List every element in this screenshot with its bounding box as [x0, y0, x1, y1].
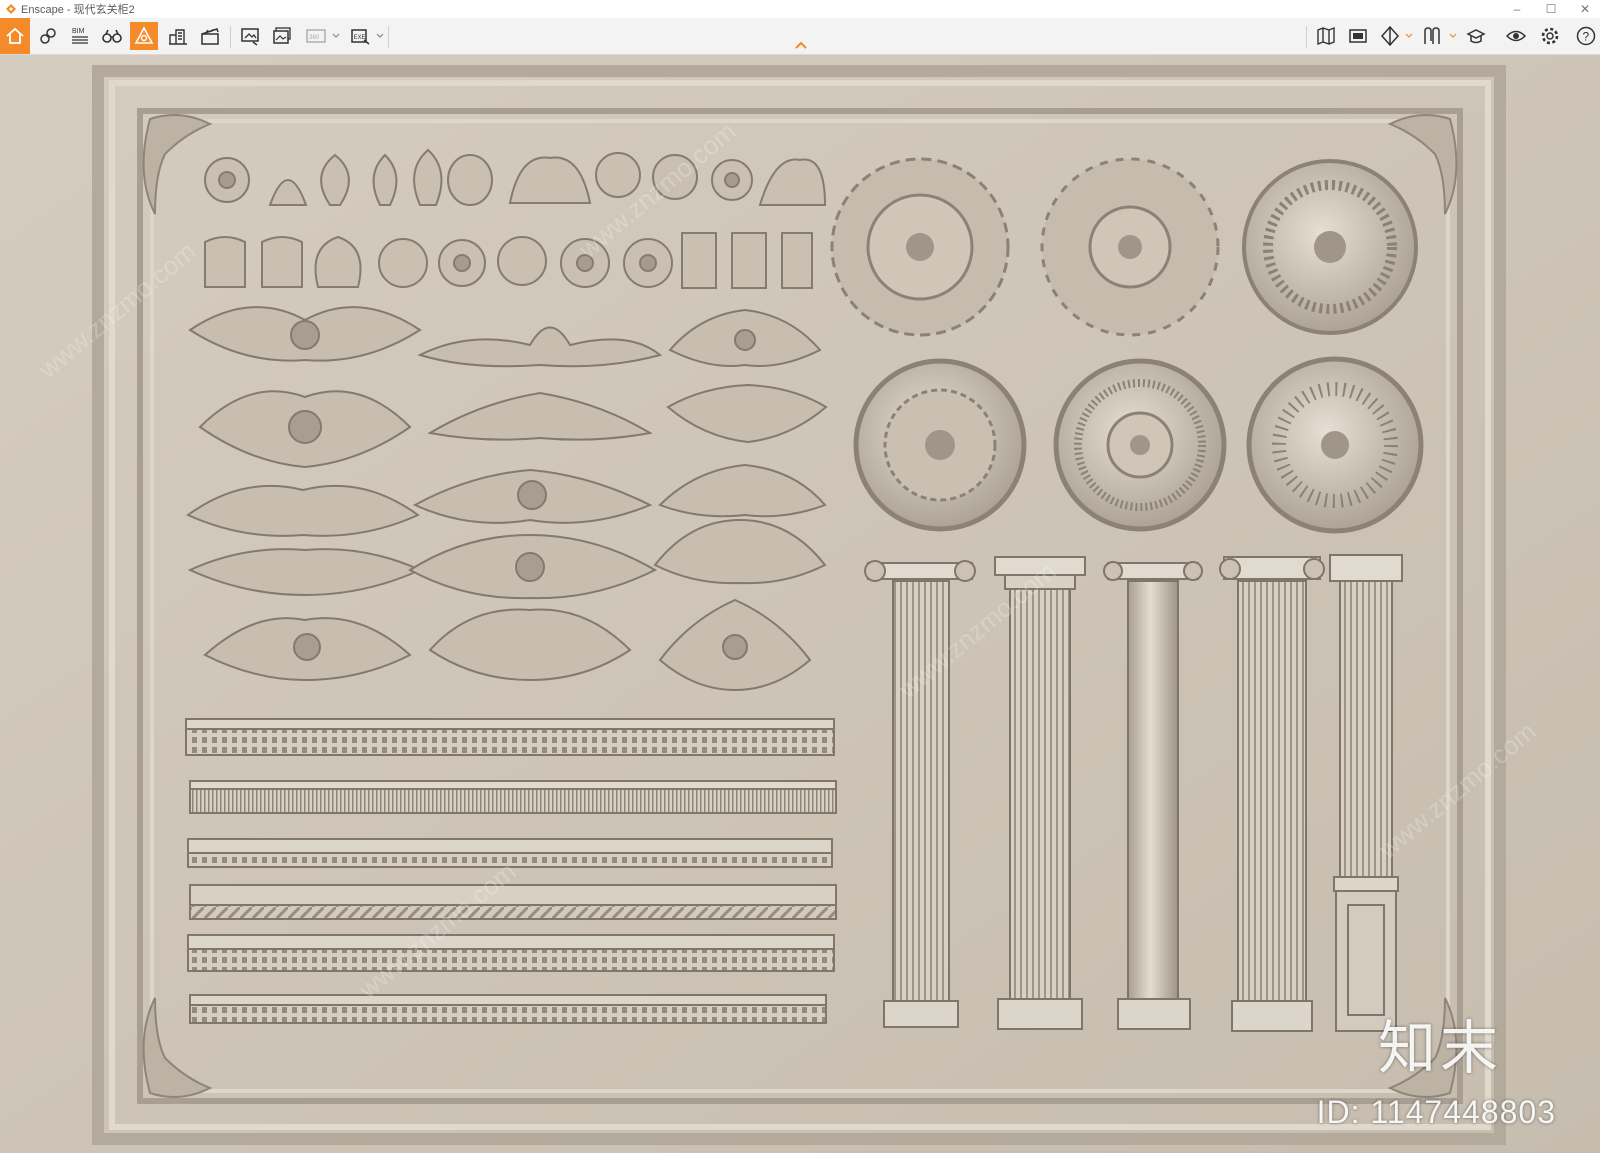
settings-icon: [1541, 27, 1559, 45]
chevron-down-icon[interactable]: [332, 29, 340, 41]
help-button[interactable]: ?: [1572, 22, 1600, 50]
chevron-down-icon[interactable]: [376, 29, 384, 41]
toolbar-separator: [230, 26, 231, 48]
clapper-icon: [201, 28, 219, 45]
cap-button[interactable]: [1462, 22, 1490, 50]
window-title: Enscape - 现代玄关柜2: [21, 4, 135, 16]
batch-render-icon: [273, 27, 291, 44]
bim-icon: BIM: [72, 28, 88, 44]
watermark-brand: 知末: [1377, 1014, 1502, 1082]
cap-icon: [1466, 29, 1486, 44]
toolbar-separator: [1306, 26, 1307, 48]
buildings-icon: [169, 29, 187, 45]
bim-button[interactable]: BIM: [66, 22, 94, 50]
home-button[interactable]: [0, 18, 30, 54]
svg-text:360: 360: [309, 35, 320, 41]
watermark-id: ID: 1147448803: [1316, 1094, 1556, 1130]
visibility-button[interactable]: [1502, 22, 1530, 50]
buildings-button[interactable]: [164, 22, 192, 50]
minimize-icon[interactable]: –: [1502, 0, 1532, 18]
panorama-button[interactable]: 360: [302, 22, 330, 50]
close-icon[interactable]: ✕: [1570, 0, 1600, 18]
export-exe-icon: EXE: [351, 29, 370, 45]
render-viewport[interactable]: www.znzmo.com www.znzmo.com www.znzmo.co…: [0, 55, 1600, 1153]
svg-text:EXE: EXE: [354, 35, 366, 41]
video-editor-button[interactable]: [196, 22, 224, 50]
export-button[interactable]: EXE: [346, 22, 374, 50]
svg-text:BIM: BIM: [72, 28, 85, 35]
maximize-icon[interactable]: ☐: [1536, 0, 1566, 18]
chevron-up-icon[interactable]: [794, 40, 808, 50]
asset-library-button[interactable]: [130, 22, 158, 50]
map-icon: [1317, 26, 1335, 46]
moulding-scene: [0, 55, 1600, 1153]
binoculars-icon: [102, 29, 122, 43]
panorama-icon: 360: [306, 29, 326, 43]
settings-button[interactable]: [1536, 22, 1564, 50]
screenshot-button[interactable]: [236, 22, 264, 50]
section-button[interactable]: [1376, 22, 1404, 50]
atmosphere-icon: [1349, 29, 1367, 43]
section-icon: [1380, 25, 1400, 47]
chevron-down-icon[interactable]: [1405, 29, 1413, 41]
asset-library-icon: [134, 26, 154, 44]
screenshot-icon: [241, 28, 259, 46]
atmosphere-button[interactable]: [1344, 22, 1372, 50]
svg-text:?: ?: [1583, 30, 1590, 44]
help-icon: ?: [1576, 26, 1596, 46]
materials-icon: [1424, 27, 1440, 44]
link-icon: [40, 28, 56, 44]
enscape-logo-icon: [6, 4, 16, 14]
chevron-down-icon[interactable]: [1449, 29, 1457, 41]
title-bar: Enscape - 现代玄关柜2 – ☐ ✕: [0, 0, 1600, 18]
materials-button[interactable]: [1418, 22, 1446, 50]
main-toolbar: BIM 360 EXE ?: [0, 18, 1600, 55]
batch-render-button[interactable]: [268, 22, 296, 50]
toolbar-separator: [388, 26, 389, 48]
map-button[interactable]: [1312, 22, 1340, 50]
home-icon: [6, 27, 24, 44]
binoculars-button[interactable]: [98, 22, 126, 50]
eye-icon: [1505, 30, 1527, 42]
link-button[interactable]: [34, 22, 62, 50]
